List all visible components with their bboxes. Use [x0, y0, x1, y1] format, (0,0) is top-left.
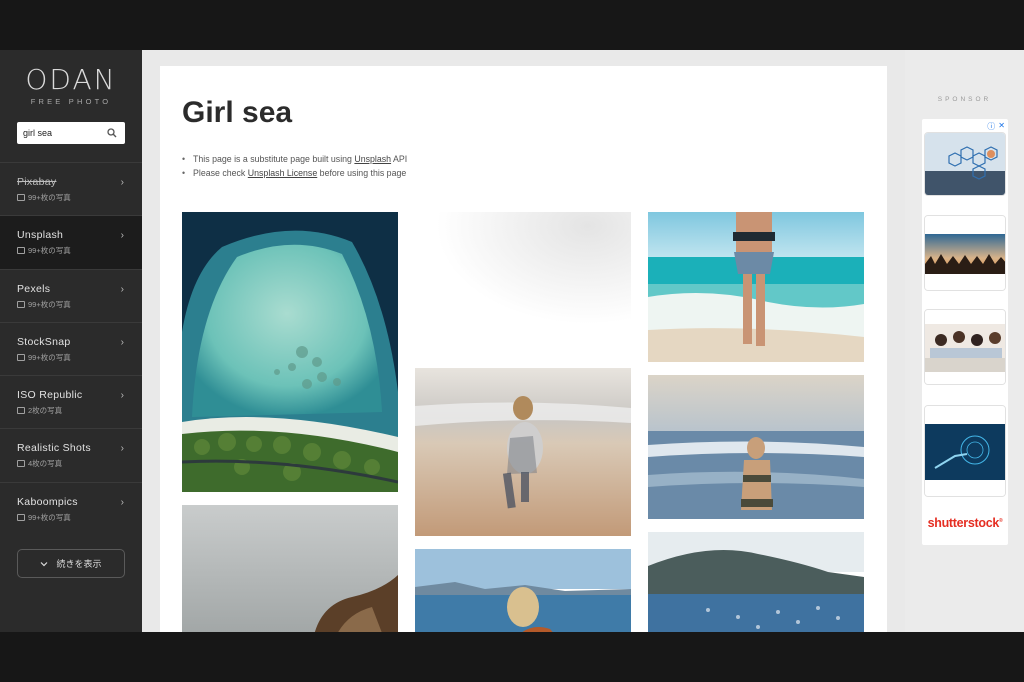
photo-sea-islands[interactable] — [648, 532, 864, 632]
search-icon[interactable] — [103, 123, 121, 143]
source-count: 99+枚の写真 — [28, 299, 71, 309]
show-more-button[interactable]: 続きを表示 — [17, 549, 125, 578]
note-item: Please check Unsplash License before usi… — [182, 166, 407, 180]
photo-girl-beach-waves[interactable] — [648, 212, 864, 362]
chevron-right-icon: › — [120, 390, 124, 402]
image-icon — [17, 460, 25, 468]
source-count: 99+枚の写真 — [28, 352, 71, 362]
note-item: This page is a substitute page built usi… — [182, 152, 407, 166]
chevron-right-icon: › — [120, 177, 124, 188]
ad-tile-business[interactable] — [924, 132, 1006, 196]
sidebar: ODAN FREE PHOTO Pixabay 99+枚の写真 › Unspla… — [0, 50, 142, 632]
chevron-right-icon: › — [120, 496, 124, 508]
sidebar-item-unsplash[interactable]: Unsplash 99+枚の写真 › — [0, 215, 142, 269]
search-input[interactable] — [17, 123, 103, 143]
sponsor-label: SPONSOR — [937, 96, 992, 103]
unsplash-license-link[interactable]: Unsplash License — [248, 168, 317, 178]
ad-tile-students[interactable] — [924, 309, 1006, 385]
source-count: 4枚の写真 — [28, 459, 63, 469]
ad-tile-sunset-crowd[interactable] — [924, 215, 1006, 291]
sidebar-item-iso-republic[interactable]: ISO Republic 2枚の写真 › — [0, 375, 142, 428]
logo[interactable]: ODAN FREE PHOTO — [0, 50, 142, 107]
sidebar-item-pixabay[interactable]: Pixabay 99+枚の写真 › — [0, 162, 142, 215]
image-icon — [17, 353, 25, 361]
photo-aerial-island[interactable] — [182, 212, 398, 492]
ad-info-icon[interactable]: ⓘ — [987, 121, 995, 132]
source-count: 99+枚の写真 — [28, 512, 71, 522]
image-icon — [17, 513, 25, 521]
photo-white-mist[interactable] — [415, 212, 631, 352]
sidebar-item-pexels[interactable]: Pexels 99+枚の写真 › — [0, 268, 142, 322]
image-icon — [17, 194, 25, 201]
photo-blonde-girl-sea[interactable] — [415, 549, 631, 632]
browser-viewport: ODAN FREE PHOTO Pixabay 99+枚の写真 › Unspla… — [0, 50, 1024, 632]
sponsor-column: SPONSOR ⓘ ✕ shutterstock® — [905, 50, 1024, 632]
logo-title: ODAN — [25, 63, 117, 96]
photo-girl-hair-sky[interactable] — [182, 505, 398, 632]
chevron-right-icon: › — [120, 230, 124, 242]
source-count: 99+枚の写真 — [28, 246, 71, 256]
logo-tagline: FREE PHOTO — [30, 97, 112, 106]
photo-girl-bikini-ocean[interactable] — [648, 375, 864, 519]
chevron-right-icon: › — [120, 283, 124, 295]
source-count: 2枚の写真 — [28, 406, 63, 416]
unsplash-link[interactable]: Unsplash — [354, 154, 391, 164]
notes-list: This page is a substitute page built usi… — [182, 152, 407, 180]
photo-girl-running-beach[interactable] — [415, 368, 631, 536]
image-icon — [17, 407, 25, 415]
shutterstock-logo[interactable]: shutterstock® — [922, 516, 1008, 530]
image-icon — [17, 247, 25, 255]
sidebar-item-realistic-shots[interactable]: Realistic Shots 4枚の写真 › — [0, 428, 142, 481]
ad-tile-tech-hand[interactable] — [924, 405, 1006, 497]
source-count: 99+枚の写真 — [28, 193, 71, 202]
chevron-down-icon — [40, 559, 48, 569]
show-more-label: 続きを表示 — [56, 559, 102, 569]
source-list: Pixabay 99+枚の写真 › Unsplash 99+枚の写真 › Pex… — [0, 162, 142, 535]
search-box — [17, 122, 125, 144]
chevron-right-icon: › — [120, 336, 124, 348]
page-title: Girl sea — [182, 96, 293, 129]
sidebar-item-stocksnap[interactable]: StockSnap 99+枚の写真 › — [0, 321, 142, 375]
content-card: Girl sea This page is a substitute page … — [160, 66, 887, 632]
chevron-right-icon: › — [120, 443, 124, 455]
image-icon — [17, 300, 25, 308]
ad-close-icon[interactable]: ✕ — [998, 121, 1005, 132]
sidebar-item-kaboompics[interactable]: Kaboompics 99+枚の写真 › — [0, 481, 142, 535]
ad-banner[interactable]: ⓘ ✕ shutterstock® — [922, 119, 1008, 545]
